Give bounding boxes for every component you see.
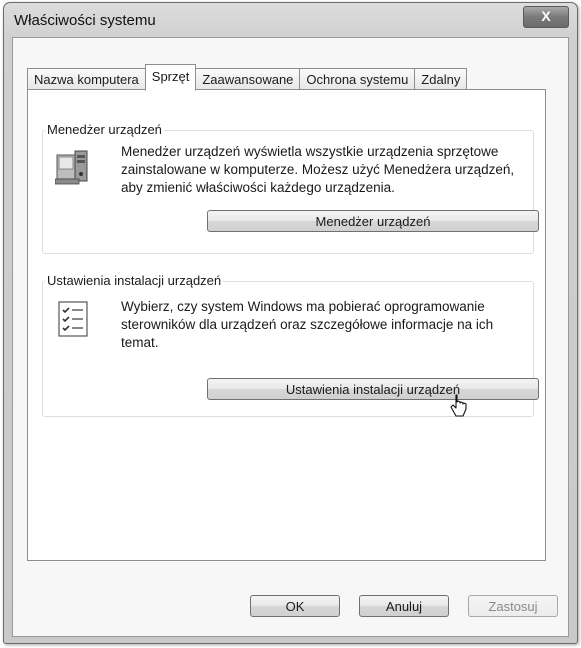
tab-remote[interactable]: Zdalny [414,68,468,90]
device-manager-description: Menedżer urządzeń wyświetla wszystkie ur… [121,144,515,195]
device-installation-settings-button[interactable]: Ustawienia instalacji urządzeń [207,378,539,400]
device-manager-group: Menedżer urządzeń Menedżer urządzeń wyśw… [42,122,539,254]
title-bar[interactable]: Właściwości systemu X [4,3,577,37]
checklist-icon [55,300,93,340]
close-button[interactable]: X [523,6,569,28]
tab-computer-name[interactable]: Nazwa komputera [27,68,146,90]
tab-system-protection[interactable]: Ochrona systemu [299,68,416,90]
device-manager-icon [54,147,93,187]
tab-hardware[interactable]: Sprzęt [144,64,197,91]
apply-button[interactable]: Zastosuj [468,595,558,617]
window-title: Właściwości systemu [14,12,156,29]
system-properties-window: Właściwości systemu X Nazwa komputera Sp… [3,2,578,644]
device-manager-button[interactable]: Menedżer urządzeń [207,210,539,232]
device-installation-group-title: Ustawienia instalacji urządzeń [45,273,224,288]
hardware-tab-panel: Menedżer urządzeń Menedżer urządzeń wyśw… [27,89,546,561]
tab-advanced[interactable]: Zaawansowane [195,68,301,90]
cancel-button[interactable]: Anuluj [359,595,449,617]
dialog-client-area: Nazwa komputera Sprzęt Zaawansowane Ochr… [12,37,569,637]
ok-button[interactable]: OK [250,595,340,617]
tab-strip: Nazwa komputera Sprzęt Zaawansowane Ochr… [27,64,468,91]
device-installation-description: Wybierz, czy system Windows ma pobierać … [121,299,494,350]
device-manager-group-title: Menedżer urządzeń [45,122,164,137]
mouse-cursor-icon [450,394,467,417]
